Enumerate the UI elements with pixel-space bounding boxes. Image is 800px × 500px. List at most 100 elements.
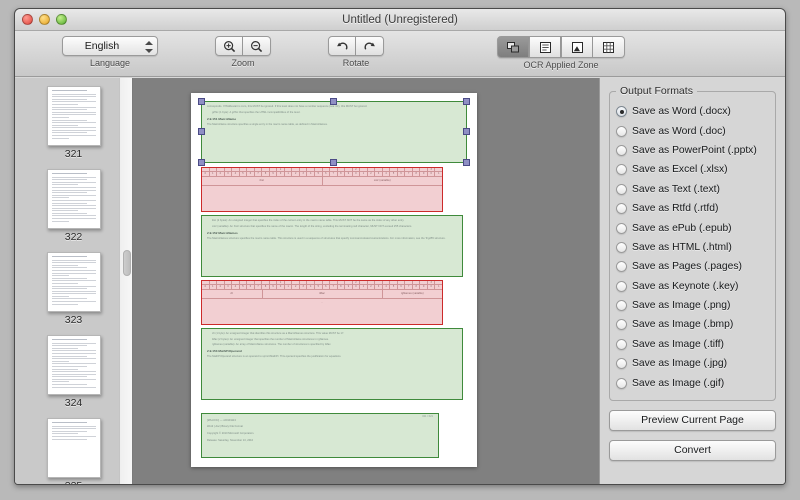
ocr-table-zone[interactable]: 1 2 3 0 1 2 3 4 5 6 7 8 9 0 1 2 3 4 5 6 … (201, 280, 443, 325)
zone-paragraph: ch (1 byte): An unsigned integer that id… (212, 332, 345, 335)
convert-button[interactable]: Convert (609, 439, 776, 461)
radio-icon[interactable] (616, 164, 627, 176)
bit-tick: 2 (292, 285, 300, 289)
resize-handle-e[interactable] (463, 128, 470, 135)
radio-icon[interactable] (616, 319, 627, 331)
bit-tick (383, 168, 391, 172)
bit-tick (240, 168, 248, 172)
bit-tick (247, 281, 255, 285)
format-option-jpg[interactable]: Save as Image (.jpg) (616, 354, 769, 373)
rotate-clockwise-button[interactable] (356, 36, 384, 56)
scrollbar-thumb[interactable] (123, 250, 131, 276)
format-option-docx[interactable]: Save as Word (.docx) (616, 102, 769, 121)
ocr-footer-zone[interactable]: 321 / 621 [MS-DOC] — v20101113 Word (.do… (201, 413, 439, 458)
bit-tick: 8 (262, 285, 270, 289)
ocr-text-zone[interactable]: ch (1 byte): An unsigned integer that id… (201, 328, 463, 400)
bit-tick (375, 281, 383, 285)
format-option-html[interactable]: Save as HTML (.html) (616, 238, 769, 257)
resize-handle-se[interactable] (463, 159, 470, 166)
format-option-bmp[interactable]: Save as Image (.bmp) (616, 315, 769, 334)
footer-line: Word (.doc) Binary File Format (207, 424, 244, 428)
bit-tick (383, 281, 391, 285)
format-option-epub[interactable]: Save as ePub (.epub) (616, 218, 769, 237)
bit-tick (292, 281, 300, 285)
footer-line: [MS-DOC] — v20101113 (207, 419, 236, 422)
ocr-zone-text-button[interactable] (529, 36, 561, 58)
format-option-gif[interactable]: Save as Image (.gif) (616, 373, 769, 392)
bit-tick: 1 (360, 172, 368, 176)
format-option-text[interactable]: Save as Text (.text) (616, 180, 769, 199)
window-controls (22, 14, 67, 25)
close-button[interactable] (22, 14, 33, 25)
bit-tick (270, 168, 278, 172)
format-label: Save as Keynote (.key) (632, 280, 739, 292)
format-option-xlsx[interactable]: Save as Excel (.xlsx) (616, 160, 769, 179)
radio-icon[interactable] (616, 338, 627, 350)
resize-handle-w[interactable] (198, 128, 205, 135)
main-content: 321 322 323 324 corresponds. If fNoResta… (15, 78, 785, 484)
radio-icon[interactable] (616, 222, 627, 234)
bit-tick: 1 (285, 172, 293, 176)
preview-current-page-button[interactable]: Preview Current Page (609, 409, 776, 431)
resize-handle-nw[interactable] (198, 98, 205, 105)
document-canvas[interactable]: corresponds. If fNoRestart is zero, this… (133, 78, 599, 484)
bitfield-continuation: ... (320, 188, 324, 192)
bit-tick: 7 (405, 172, 413, 176)
thumbnail-sidebar[interactable]: 321 322 323 324 (15, 78, 133, 484)
format-option-pages[interactable]: Save as Pages (.pages) (616, 257, 769, 276)
zone-paragraph: The MacroName structure specifies a sing… (207, 122, 328, 126)
bit-tick (323, 281, 331, 285)
format-option-key[interactable]: Save as Keynote (.key) (616, 277, 769, 296)
radio-icon[interactable] (616, 377, 627, 389)
format-option-doc[interactable]: Save as Word (.doc) (616, 121, 769, 140)
ocr-text-zone[interactable]: ibst (2 bytes): An unsigned integer that… (201, 215, 463, 277)
rotate-counterclockwise-button[interactable] (328, 36, 356, 56)
ocr-zone-image-button[interactable] (561, 36, 593, 58)
resize-handle-sw[interactable] (198, 159, 205, 166)
list-item[interactable]: 325 (15, 418, 132, 484)
format-option-png[interactable]: Save as Image (.png) (616, 296, 769, 315)
bit-tick (240, 281, 248, 285)
radio-icon[interactable] (616, 300, 627, 312)
bit-tick (217, 281, 225, 285)
radio-icon[interactable] (616, 183, 627, 195)
bit-tick: 1 (438, 284, 440, 288)
radio-icon[interactable] (616, 144, 627, 156)
bit-tick: 8 (413, 172, 421, 176)
bit-tick: 5 (390, 285, 398, 289)
language-select[interactable]: English (62, 36, 158, 56)
resize-handle-s[interactable] (330, 159, 337, 166)
resize-handle-ne[interactable] (463, 98, 470, 105)
bit-tick (300, 168, 308, 172)
format-option-tiff[interactable]: Save as Image (.tiff) (616, 335, 769, 354)
resize-handle-n[interactable] (330, 98, 337, 105)
radio-icon[interactable] (616, 280, 627, 292)
bit-tick (202, 168, 210, 172)
thumbnail-scrollbar[interactable] (119, 78, 132, 484)
list-item[interactable]: 322 (15, 169, 132, 243)
zone-paragraph: rgNames (variable): An array of MacroNam… (212, 343, 332, 347)
radio-icon[interactable] (616, 203, 627, 215)
format-option-rtfd[interactable]: Save as Rtfd (.rtfd) (616, 199, 769, 218)
ocr-zone-table-button[interactable] (593, 36, 625, 58)
format-label: Save as Image (.gif) (632, 377, 725, 389)
ocr-zone-select-button[interactable] (497, 36, 529, 58)
radio-icon[interactable] (616, 358, 627, 370)
minimize-button[interactable] (39, 14, 50, 25)
zoom-out-button[interactable] (243, 36, 271, 56)
format-option-pptx[interactable]: Save as PowerPoint (.pptx) (616, 141, 769, 160)
zone-content: corresponds. If fNoRestart is zero, this… (202, 102, 466, 131)
radio-icon[interactable] (616, 125, 627, 137)
ocr-text-zone[interactable]: corresponds. If fNoRestart is zero, this… (198, 98, 470, 166)
zoom-window-button[interactable] (56, 14, 67, 25)
list-item[interactable]: 324 (15, 335, 132, 409)
radio-icon[interactable] (616, 106, 627, 118)
zone-paragraph: xstz (variable): An Xstz structure that … (212, 224, 413, 228)
radio-icon[interactable] (616, 241, 627, 253)
list-item[interactable]: 321 (15, 86, 132, 160)
list-item[interactable]: 323 (15, 252, 132, 326)
ocr-table-zone[interactable]: 1 2 3 0 1 2 3 4 5 6 7 8 9 0 1 2 3 4 5 6 … (201, 167, 443, 212)
radio-icon[interactable] (616, 261, 627, 273)
bit-tick (390, 281, 398, 285)
zoom-in-button[interactable] (215, 36, 243, 56)
